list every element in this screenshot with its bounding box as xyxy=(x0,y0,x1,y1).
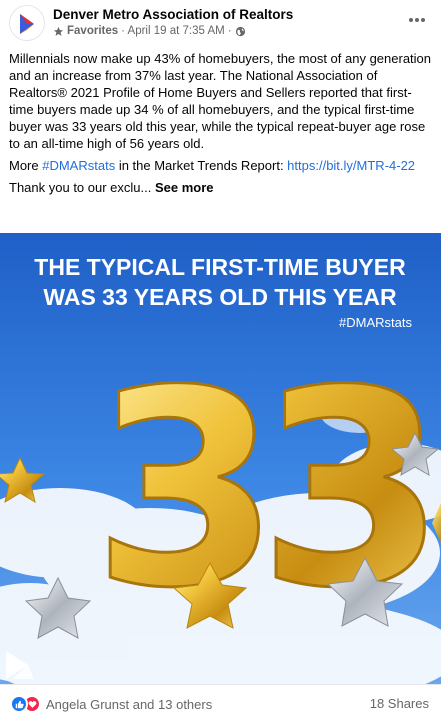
more-options-icon[interactable] xyxy=(405,10,429,30)
page-avatar-logo xyxy=(20,14,34,34)
reactions-text[interactable]: Angela Grunst and 13 others xyxy=(46,697,212,712)
post-meta: Favorites · April 19 at 7:35 AM · xyxy=(53,25,246,37)
more-prefix: More xyxy=(9,158,43,173)
favorites-label[interactable]: Favorites xyxy=(67,25,118,37)
post-footer: Angela Grunst and 13 others 18 Shares xyxy=(0,684,441,720)
image-hashtag: #DMARstats xyxy=(339,315,412,330)
image-headline-line2: WAS 33 YEARS OLD THIS YEAR xyxy=(43,284,397,310)
shares-count[interactable]: 18 Shares xyxy=(370,696,429,711)
more-middle: in the Market Trends Report: xyxy=(115,158,288,173)
post-paragraph-truncated: Thank you to our exclu... See more xyxy=(9,179,434,196)
star-icon xyxy=(53,26,64,36)
post-paragraph: Millennials now make up 43% of homebuyer… xyxy=(9,51,432,151)
globe-icon xyxy=(235,26,245,36)
post-image-graphic: THE TYPICAL FIRST-TIME BUYER WAS 33 YEAR… xyxy=(0,233,441,684)
post-timestamp[interactable]: · April 19 at 7:35 AM · xyxy=(121,25,232,37)
hashtag-link[interactable]: #DMARstats xyxy=(42,158,115,173)
post-header: Denver Metro Association of Realtors Fav… xyxy=(0,0,441,46)
see-more-button[interactable]: See more xyxy=(155,180,214,195)
post-image[interactable]: THE TYPICAL FIRST-TIME BUYER WAS 33 YEAR… xyxy=(0,233,441,684)
like-reaction-icon xyxy=(10,695,28,713)
post-paragraph-links: More #DMARstats in the Market Trends Rep… xyxy=(9,157,434,174)
post-body: Millennials now make up 43% of homebuyer… xyxy=(9,50,434,201)
thanks-text: Thank you to our exclu... xyxy=(9,180,155,195)
reactions-summary[interactable]: Angela Grunst and 13 others xyxy=(10,695,212,713)
page-avatar[interactable] xyxy=(9,5,45,41)
image-headline-line1: THE TYPICAL FIRST-TIME BUYER xyxy=(34,254,406,280)
url-link[interactable]: https://bit.ly/MTR-4-22 xyxy=(287,158,415,173)
page-name-link[interactable]: Denver Metro Association of Realtors xyxy=(53,7,293,22)
